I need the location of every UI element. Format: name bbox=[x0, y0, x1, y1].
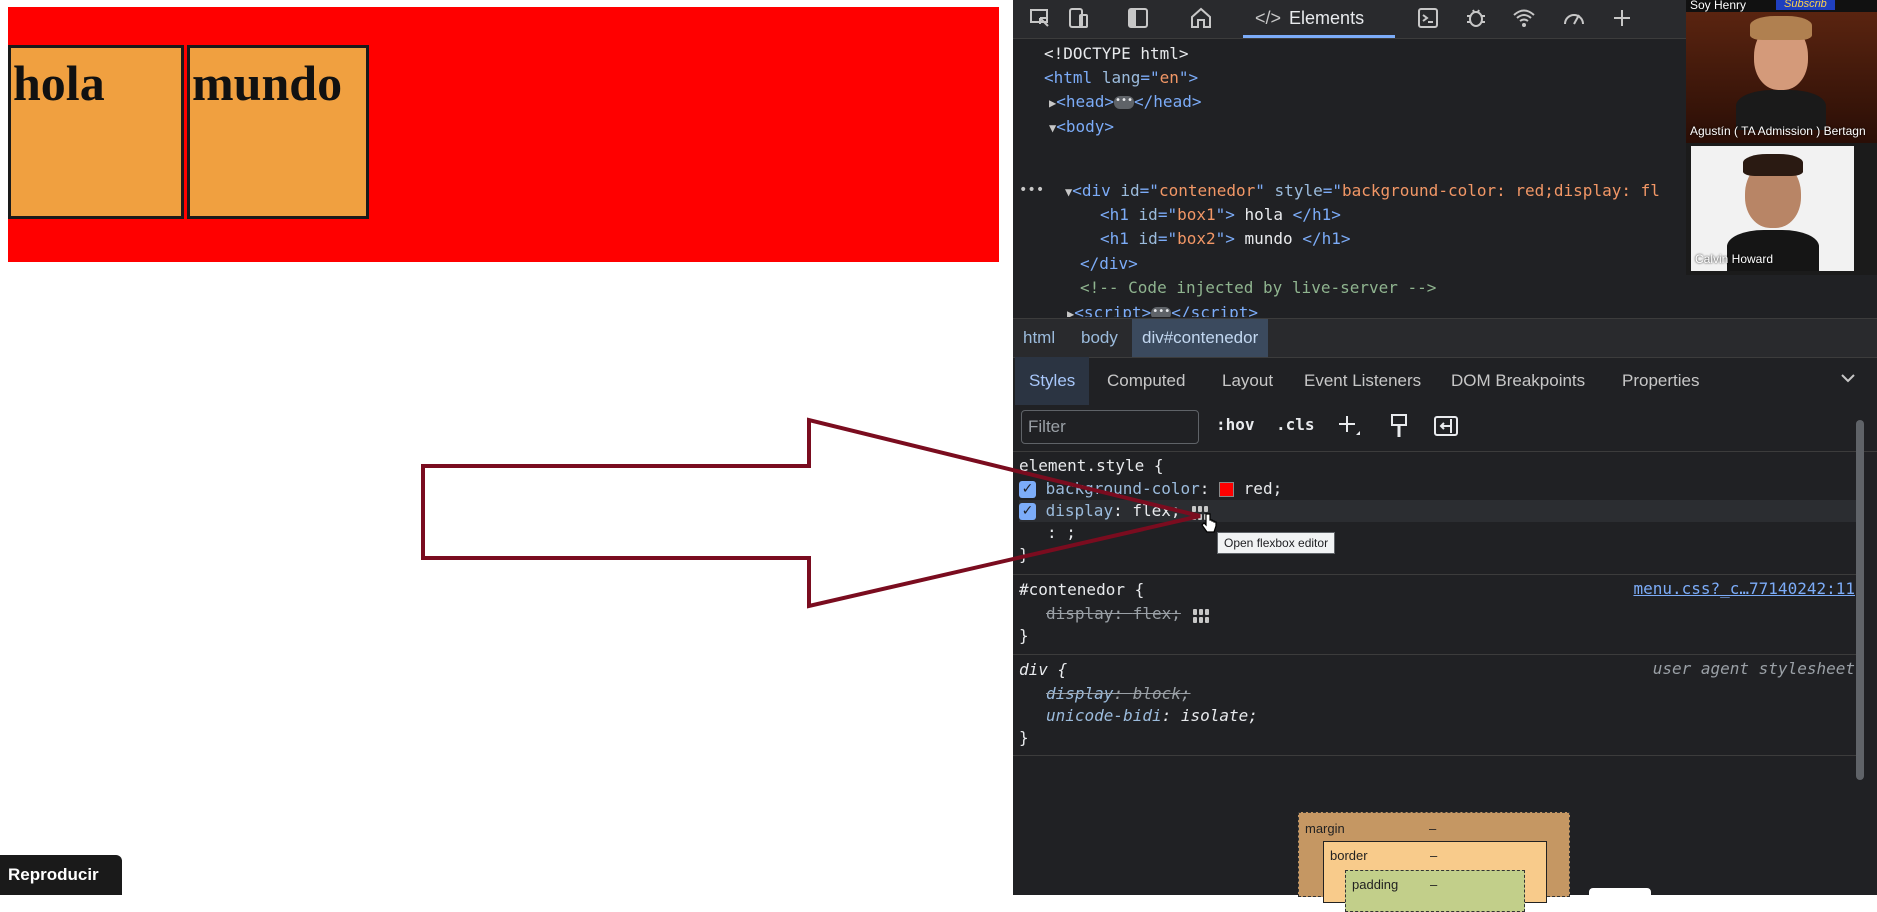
breadcrumb-div[interactable]: div#contenedor bbox=[1132, 319, 1269, 357]
box-1: hola bbox=[8, 45, 184, 219]
rule-close-brace: } bbox=[1019, 626, 1029, 645]
tab-styles[interactable]: Styles bbox=[1015, 357, 1090, 405]
play-button[interactable]: Reproducir bbox=[0, 855, 122, 895]
rendered-page: hola mundo Reproducir bbox=[0, 0, 1013, 895]
flexbox-editor-icon[interactable] bbox=[1191, 606, 1211, 624]
declaration-checkbox[interactable]: ✓ bbox=[1019, 481, 1036, 498]
color-swatch[interactable] bbox=[1219, 482, 1235, 497]
hov-button[interactable]: :hov bbox=[1216, 415, 1255, 434]
flex-container: hola mundo bbox=[8, 7, 999, 262]
dom-div-close[interactable]: </div> bbox=[1080, 252, 1138, 276]
tab-event-listeners[interactable]: Event Listeners bbox=[1304, 357, 1421, 405]
ellipsis-icon[interactable]: ••• bbox=[1151, 307, 1172, 317]
declaration-background-color[interactable]: ✓ background-color: red; bbox=[1019, 478, 1282, 500]
box-model-border: border – padding – bbox=[1323, 841, 1547, 912]
tab-dom-breakpoints[interactable]: DOM Breakpoints bbox=[1451, 357, 1585, 405]
home-icon[interactable] bbox=[1188, 6, 1214, 32]
new-rule-plus-icon[interactable] bbox=[1336, 413, 1362, 443]
console-icon[interactable] bbox=[1415, 6, 1441, 32]
rule-selector: element.style { bbox=[1019, 456, 1164, 475]
dom-body-node[interactable]: ▼<body> bbox=[1049, 115, 1114, 140]
box-2: mundo bbox=[187, 45, 369, 219]
dom-tree: <!DOCTYPE html> <html lang="en"> ▶<head>… bbox=[1013, 40, 1687, 317]
stylesheet-source-link[interactable]: menu.css?_c…77140242:11 bbox=[1633, 579, 1855, 598]
breadcrumb-body[interactable]: body bbox=[1071, 319, 1128, 357]
styles-filter-bar: :hov .cls bbox=[1013, 405, 1877, 452]
breadcrumb-html[interactable]: html bbox=[1013, 319, 1065, 357]
chevron-down-icon[interactable] bbox=[1839, 369, 1857, 392]
node-actions-icon[interactable]: ••• bbox=[1019, 182, 1044, 198]
video-header: Soy Henry Subscrib bbox=[1686, 0, 1877, 12]
code-icon: </> bbox=[1255, 8, 1282, 28]
bug-icon[interactable] bbox=[1463, 6, 1489, 32]
rule-contenedor: #contenedor { menu.css?_c…77140242:11 di… bbox=[1013, 575, 1863, 655]
tab-layout[interactable]: Layout bbox=[1222, 357, 1273, 405]
styles-tab-bar: Styles Computed Layout Event Listeners D… bbox=[1013, 357, 1877, 405]
scroll-tab bbox=[1589, 888, 1651, 898]
cls-button[interactable]: .cls bbox=[1276, 415, 1315, 434]
dom-h1-box2[interactable]: <h1 id="box2"> mundo </h1> bbox=[1100, 227, 1350, 251]
rule-div-user-agent: div { user agent stylesheet display: blo… bbox=[1013, 655, 1863, 756]
box-model-margin: margin – border – padding – bbox=[1298, 812, 1570, 912]
declaration-display-overridden[interactable]: display: flex; bbox=[1046, 603, 1211, 625]
dom-h1-box1[interactable]: <h1 id="box1"> hola </h1> bbox=[1100, 203, 1341, 227]
box-1-heading: hola bbox=[13, 55, 105, 111]
tab-elements-label: Elements bbox=[1289, 8, 1365, 28]
dom-script-node[interactable]: ▶<script>•••</script> bbox=[1067, 301, 1258, 317]
paint-brush-icon[interactable] bbox=[1388, 413, 1410, 443]
device-toggle-icon[interactable] bbox=[1065, 6, 1091, 32]
dom-comment[interactable]: <!-- Code injected by live-server --> bbox=[1080, 276, 1436, 300]
network-wifi-icon[interactable] bbox=[1511, 6, 1537, 32]
breadcrumb: html body div#contenedor bbox=[1013, 318, 1877, 358]
inspect-icon[interactable] bbox=[1027, 6, 1053, 32]
tab-computed[interactable]: Computed bbox=[1107, 357, 1185, 405]
flexbox-editor-tooltip: Open flexbox editor bbox=[1217, 532, 1336, 554]
box-model-padding: padding – bbox=[1345, 870, 1525, 912]
styles-scrollbar[interactable] bbox=[1856, 420, 1864, 780]
tab-properties[interactable]: Properties bbox=[1622, 357, 1699, 405]
box-2-heading: mundo bbox=[192, 55, 343, 111]
more-tabs-plus-icon[interactable] bbox=[1609, 6, 1635, 32]
declaration-checkbox[interactable]: ✓ bbox=[1019, 503, 1036, 520]
video-call-strip: Soy Henry Subscrib Agustín ( TA Admissio… bbox=[1686, 0, 1877, 275]
dom-head-node[interactable]: ▶<head>•••</head> bbox=[1049, 90, 1201, 115]
declaration-display[interactable]: ✓ display: flex; bbox=[1019, 500, 1859, 522]
dock-side-icon[interactable] bbox=[1125, 6, 1151, 32]
rule-close-brace: } bbox=[1019, 545, 1029, 564]
ellipsis-icon[interactable]: ••• bbox=[1114, 96, 1135, 109]
devtools-toolbar: </> Elements bbox=[1013, 0, 1687, 39]
participant-1-hair bbox=[1750, 16, 1812, 40]
dom-doctype[interactable]: <!DOCTYPE html> bbox=[1044, 42, 1189, 66]
user-agent-label: user agent stylesheet bbox=[1652, 659, 1855, 678]
rule-close-brace: } bbox=[1019, 728, 1029, 747]
hand-cursor-icon bbox=[1201, 513, 1217, 533]
participant-2-hair bbox=[1743, 154, 1803, 176]
dom-html-node[interactable]: <html lang="en"> bbox=[1044, 66, 1198, 90]
toggle-sidebar-icon[interactable] bbox=[1433, 413, 1459, 443]
performance-gauge-icon[interactable] bbox=[1561, 6, 1587, 32]
declaration-display-block: display: block; bbox=[1046, 684, 1191, 703]
rule-selector: div { bbox=[1019, 660, 1068, 679]
rule-element-style: element.style { ✓ background-color: red;… bbox=[1013, 452, 1863, 575]
subscribe-badge: Subscrib bbox=[1776, 0, 1835, 10]
participant-video-1[interactable]: Agustín ( TA Admission ) Bertagn bbox=[1686, 12, 1877, 143]
rule-selector: #contenedor { bbox=[1019, 580, 1145, 599]
dom-div-node[interactable]: ▼<div id="contenedor" style="background-… bbox=[1065, 179, 1660, 204]
new-declaration-cursor[interactable]: : ; bbox=[1047, 522, 1076, 544]
participant-video-2[interactable]: Calvin Howard bbox=[1691, 146, 1854, 271]
tab-elements[interactable]: </> Elements bbox=[1243, 0, 1395, 38]
declaration-unicode-bidi: unicode-bidi: isolate; bbox=[1046, 706, 1258, 725]
styles-filter-input[interactable] bbox=[1021, 410, 1199, 444]
